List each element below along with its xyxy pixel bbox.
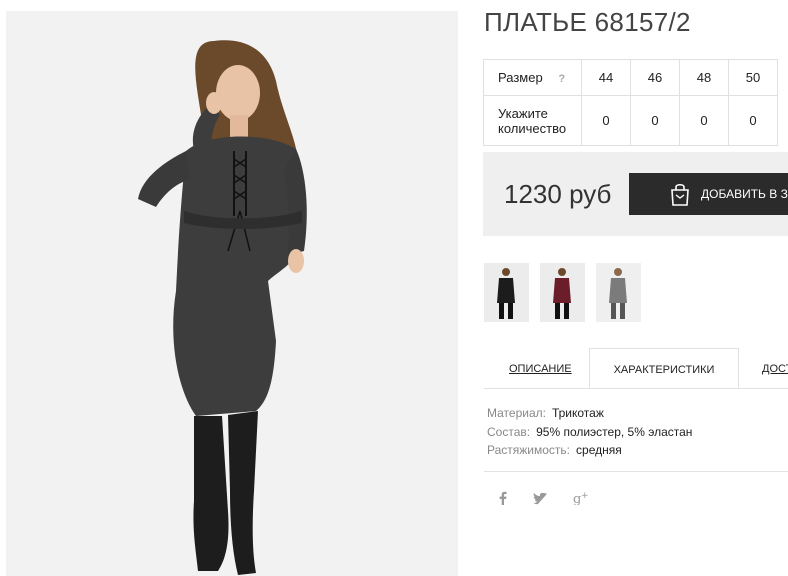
thumbnail-burgundy-image xyxy=(553,268,571,319)
tab-characteristics[interactable]: ХАРАКТЕРИСТИКИ xyxy=(589,348,739,388)
characteristic-value: 95% полиэстер, 5% эластан xyxy=(536,424,693,439)
characteristic-row: Растяжимость: средняя xyxy=(487,441,692,460)
product-title: ПЛАТЬЕ 68157/2 xyxy=(484,7,691,37)
thumbnail-grey-image xyxy=(609,268,627,319)
divider xyxy=(484,471,788,472)
shopping-bag-icon xyxy=(671,183,689,206)
quantity-label-line1: Укажите xyxy=(498,105,548,121)
quantity-input-44[interactable]: 0 xyxy=(581,95,631,146)
quantity-input-48[interactable]: 0 xyxy=(679,95,729,146)
size-50[interactable]: 50 xyxy=(728,59,778,96)
characteristic-row: Материал: Трикотаж xyxy=(487,404,692,423)
add-to-cart-label: ДОБАВИТЬ В ЗА xyxy=(701,187,788,201)
size-label-cell: Размер ? xyxy=(483,59,582,96)
add-to-cart-button[interactable]: ДОБАВИТЬ В ЗА xyxy=(629,173,788,215)
characteristic-value: Трикотаж xyxy=(551,406,604,420)
size-label: Размер xyxy=(498,70,543,85)
svg-text:+: + xyxy=(581,491,589,501)
characteristic-key: Растяжимость: xyxy=(487,443,571,457)
facebook-icon[interactable] xyxy=(498,491,508,508)
product-main-photo[interactable] xyxy=(6,11,458,576)
twitter-icon[interactable] xyxy=(533,492,548,508)
tab-description[interactable]: ОПИСАНИЕ xyxy=(509,348,572,388)
characteristic-key: Материал: xyxy=(487,406,546,420)
thumbnail-burgundy[interactable] xyxy=(540,263,585,322)
size-46[interactable]: 46 xyxy=(630,59,680,96)
characteristic-key: Состав: xyxy=(487,424,531,439)
product-price: 1230 руб xyxy=(504,179,612,209)
size-48[interactable]: 48 xyxy=(679,59,729,96)
size-table: Размер ? 44 46 48 50 Укажите количество … xyxy=(483,59,778,146)
size-44[interactable]: 44 xyxy=(581,59,631,96)
google-plus-icon[interactable]: g + xyxy=(573,491,589,508)
social-share: g + xyxy=(498,491,611,508)
quantity-label-cell: Укажите количество xyxy=(483,95,582,146)
quantity-input-50[interactable]: 0 xyxy=(728,95,778,146)
size-help-icon[interactable]: ? xyxy=(558,73,565,85)
thumbnail-grey[interactable] xyxy=(596,263,641,322)
characteristics-list: Материал: Трикотаж Состав: 95% полиэстер, … xyxy=(487,404,692,460)
price-box: 1230 руб ДОБАВИТЬ В ЗА xyxy=(483,152,788,236)
thumbnail-black-image xyxy=(497,268,515,319)
quantity-label-line2: количество xyxy=(498,120,567,136)
thumbnail-black[interactable] xyxy=(484,263,529,322)
characteristic-row: Состав: 95% полиэстер, 5% эластан xyxy=(487,423,692,442)
characteristic-value: средняя xyxy=(576,443,622,457)
product-tabs: ОПИСАНИЕ ХАРАКТЕРИСТИКИ ДОСТ xyxy=(484,348,788,389)
quantity-input-46[interactable]: 0 xyxy=(630,95,680,146)
tab-delivery[interactable]: ДОСТ xyxy=(762,348,788,388)
